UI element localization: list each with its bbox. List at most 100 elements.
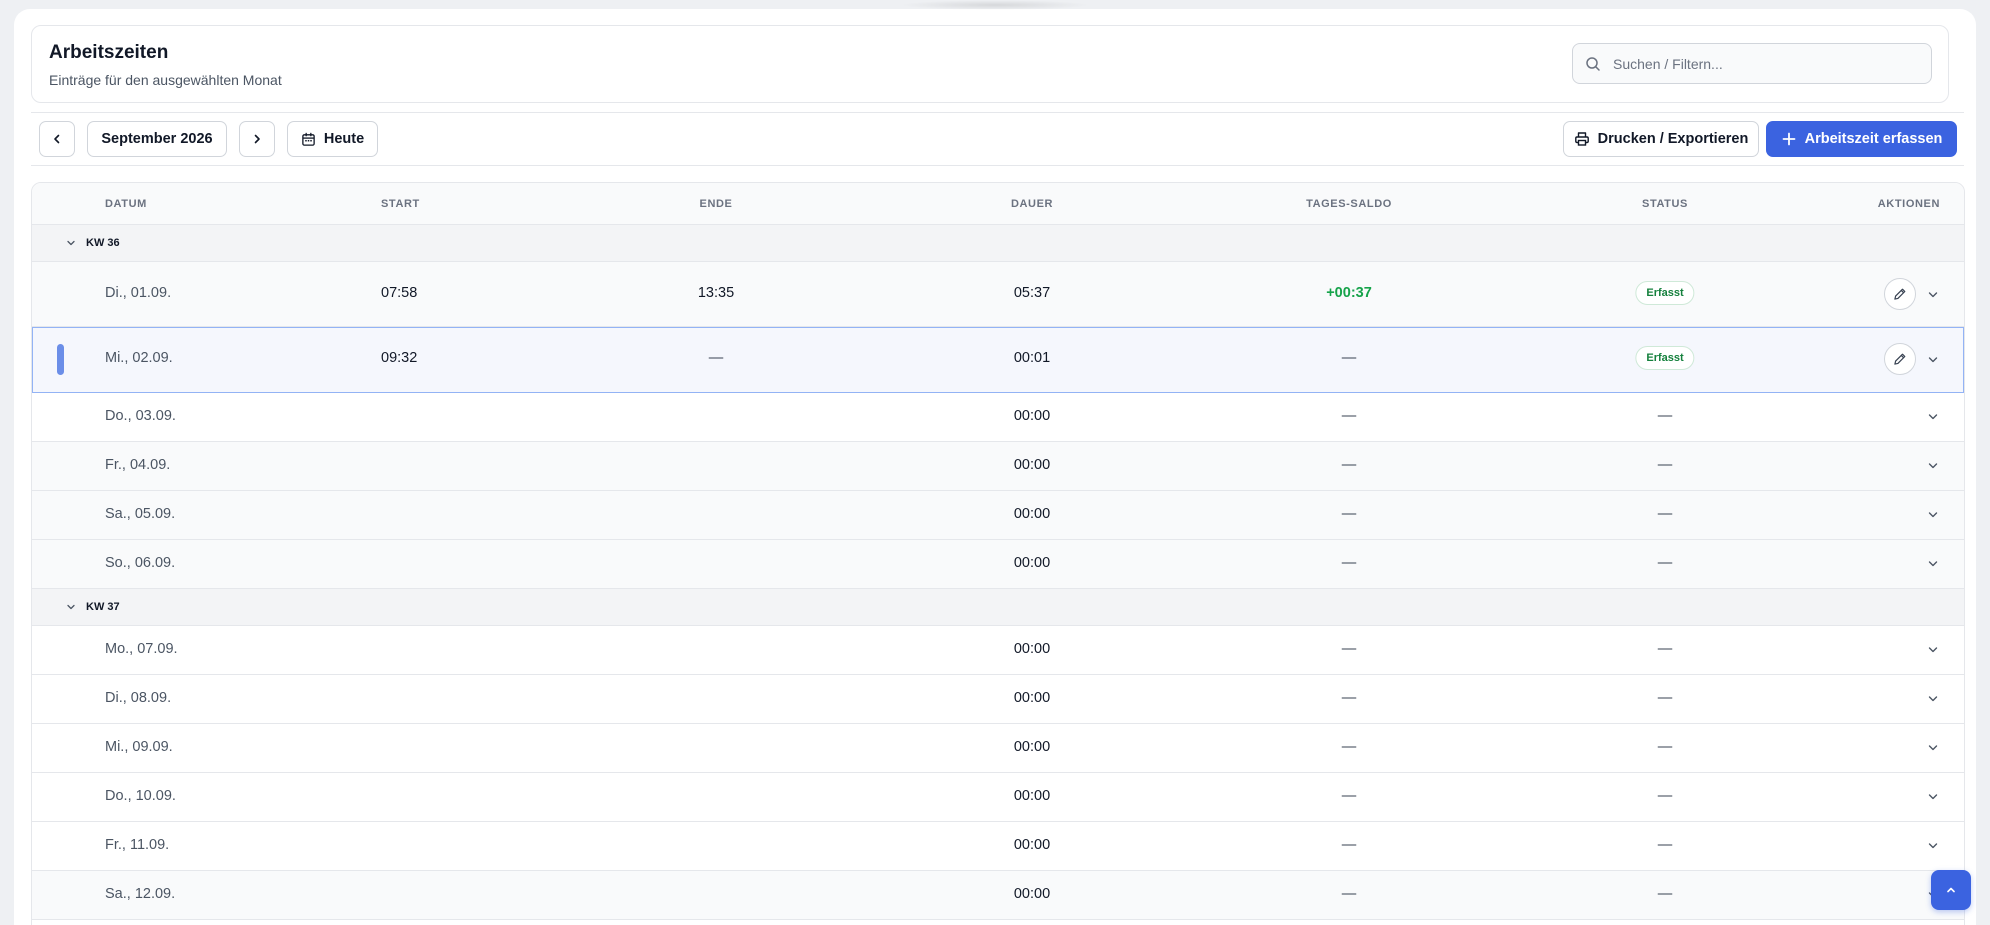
page-subtitle: Einträge für den ausgewählten Monat [49,72,282,88]
today-label: Heute [323,131,365,147]
cell-start: 09:32 [381,350,418,366]
chevron-down-icon[interactable] [1927,558,1939,570]
cell-duration: 05:37 [1013,285,1051,301]
plus-icon [1782,132,1795,146]
chevron-down-icon[interactable] [1927,460,1939,472]
cell-saldo: — [1341,739,1357,755]
selection-indicator [57,344,64,375]
toolbar-bottom-divider [31,165,1964,166]
printer-icon [1574,132,1589,146]
worktime-table: DATUM START ENDE DAUER TAGES-SALDO STATU… [31,182,1965,925]
status-badge: Erfasst [1635,281,1695,305]
cell-date: Di., 08.09. [105,690,172,706]
cell-date: Di., 01.09. [105,285,172,301]
table-row[interactable]: So., 06.09. 00:00 — — [32,540,1964,589]
cell-end: 13:35 [697,285,735,301]
table-row[interactable]: Fr., 11.09. 00:00 — — [32,822,1964,871]
chevron-down-icon[interactable] [1927,840,1939,852]
table-row-selected[interactable]: Mi., 02.09. 09:32 — 00:01 — Erfasst [32,327,1964,393]
cell-date: Fr., 04.09. [105,457,171,473]
toolbar-top-divider [31,112,1964,113]
table-row[interactable]: Di., 08.09. 00:00 — — [32,675,1964,724]
group-row-kw36[interactable]: KW 36 [32,225,1964,262]
column-header-datum: DATUM [105,198,147,210]
pencil-icon [1894,353,1906,365]
cell-status: — [1657,690,1673,706]
table-row[interactable]: Do., 10.09. 00:00 — — [32,773,1964,822]
cell-saldo: — [1341,350,1357,366]
table-row[interactable]: Do., 03.09. 00:00 — — [32,393,1964,442]
cell-saldo: — [1341,886,1357,902]
column-header-aktionen: AKTIONEN [1877,198,1940,210]
cell-status: — [1657,457,1673,473]
month-label: September 2026 [101,131,213,147]
cell-saldo: — [1341,837,1357,853]
chevron-down-icon[interactable] [1927,411,1939,423]
add-worktime-label: Arbeitszeit erfassen [1804,131,1943,147]
cell-saldo: — [1341,408,1357,424]
table-row[interactable]: Di., 01.09. 07:58 13:35 05:37 +00:37 Erf… [32,262,1964,327]
cell-end: — [708,350,724,366]
chevron-down-icon[interactable] [66,602,76,612]
cell-status: — [1657,408,1673,424]
cell-date: Do., 10.09. [105,788,176,804]
edit-button[interactable] [1884,278,1916,310]
calendar-icon [302,132,315,146]
cell-duration: 00:01 [1013,350,1051,366]
cell-status: — [1657,886,1673,902]
print-export-button[interactable]: Drucken / Exportieren [1563,121,1759,157]
top-shadow [900,0,1090,10]
chevron-down-icon[interactable] [1927,742,1939,754]
chevron-down-icon[interactable] [1927,693,1939,705]
chevron-right-icon [254,134,260,144]
search-input[interactable] [1613,44,1913,83]
chevron-down-icon[interactable] [66,238,76,248]
edit-button[interactable] [1884,343,1916,375]
cell-duration: 00:00 [1013,690,1051,706]
cell-saldo: — [1341,788,1357,804]
cell-date: Do., 03.09. [105,408,176,424]
column-header-start: START [381,198,420,210]
table-row[interactable]: Fr., 04.09. 00:00 — — [32,442,1964,491]
table-row[interactable]: Sa., 05.09. 00:00 — — [32,491,1964,540]
next-month-button[interactable] [239,121,275,157]
cell-date: Mi., 02.09. [105,350,173,366]
table-row[interactable]: Mo., 07.09. 00:00 — — [32,626,1964,675]
chevron-down-icon[interactable] [1927,509,1939,521]
cell-duration: 00:00 [1013,837,1051,853]
column-header-ende: ENDE [699,198,733,210]
today-button[interactable]: Heute [287,121,378,157]
status-badge: Erfasst [1635,346,1695,370]
cell-status: — [1657,739,1673,755]
chevron-down-icon[interactable] [1927,791,1939,803]
table-row[interactable]: Mi., 09.09. 00:00 — — [32,724,1964,773]
column-header-dauer: DAUER [1010,198,1054,210]
column-header-tages-saldo: TAGES-SALDO [1306,198,1392,210]
cell-status: — [1657,506,1673,522]
page-title: Arbeitszeiten [49,42,169,63]
cell-saldo: — [1341,555,1357,571]
cell-duration: 00:00 [1013,555,1051,571]
cell-status: — [1657,788,1673,804]
group-label: KW 37 [86,601,120,613]
cell-duration: 00:00 [1013,788,1051,804]
group-row-kw37[interactable]: KW 37 [32,589,1964,626]
prev-month-button[interactable] [39,121,75,157]
search-box[interactable] [1572,43,1932,84]
cell-saldo: — [1341,641,1357,657]
scroll-to-top-button[interactable] [1931,870,1971,910]
cell-date: Mo., 07.09. [105,641,178,657]
chevron-up-icon [1947,887,1955,893]
chevron-down-icon[interactable] [1927,644,1939,656]
month-selector-button[interactable]: September 2026 [87,121,227,157]
cell-duration: 00:00 [1013,886,1051,902]
add-worktime-button[interactable]: Arbeitszeit erfassen [1766,121,1957,157]
cell-duration: 00:00 [1013,641,1051,657]
cell-duration: 00:00 [1013,408,1051,424]
chevron-down-icon[interactable] [1927,289,1939,301]
cell-start: 07:58 [381,285,418,301]
cell-date: Sa., 05.09. [105,506,176,522]
chevron-down-icon[interactable] [1927,354,1939,366]
table-row[interactable]: Sa., 12.09. 00:00 — — [32,871,1964,920]
print-export-label: Drucken / Exportieren [1597,131,1749,147]
